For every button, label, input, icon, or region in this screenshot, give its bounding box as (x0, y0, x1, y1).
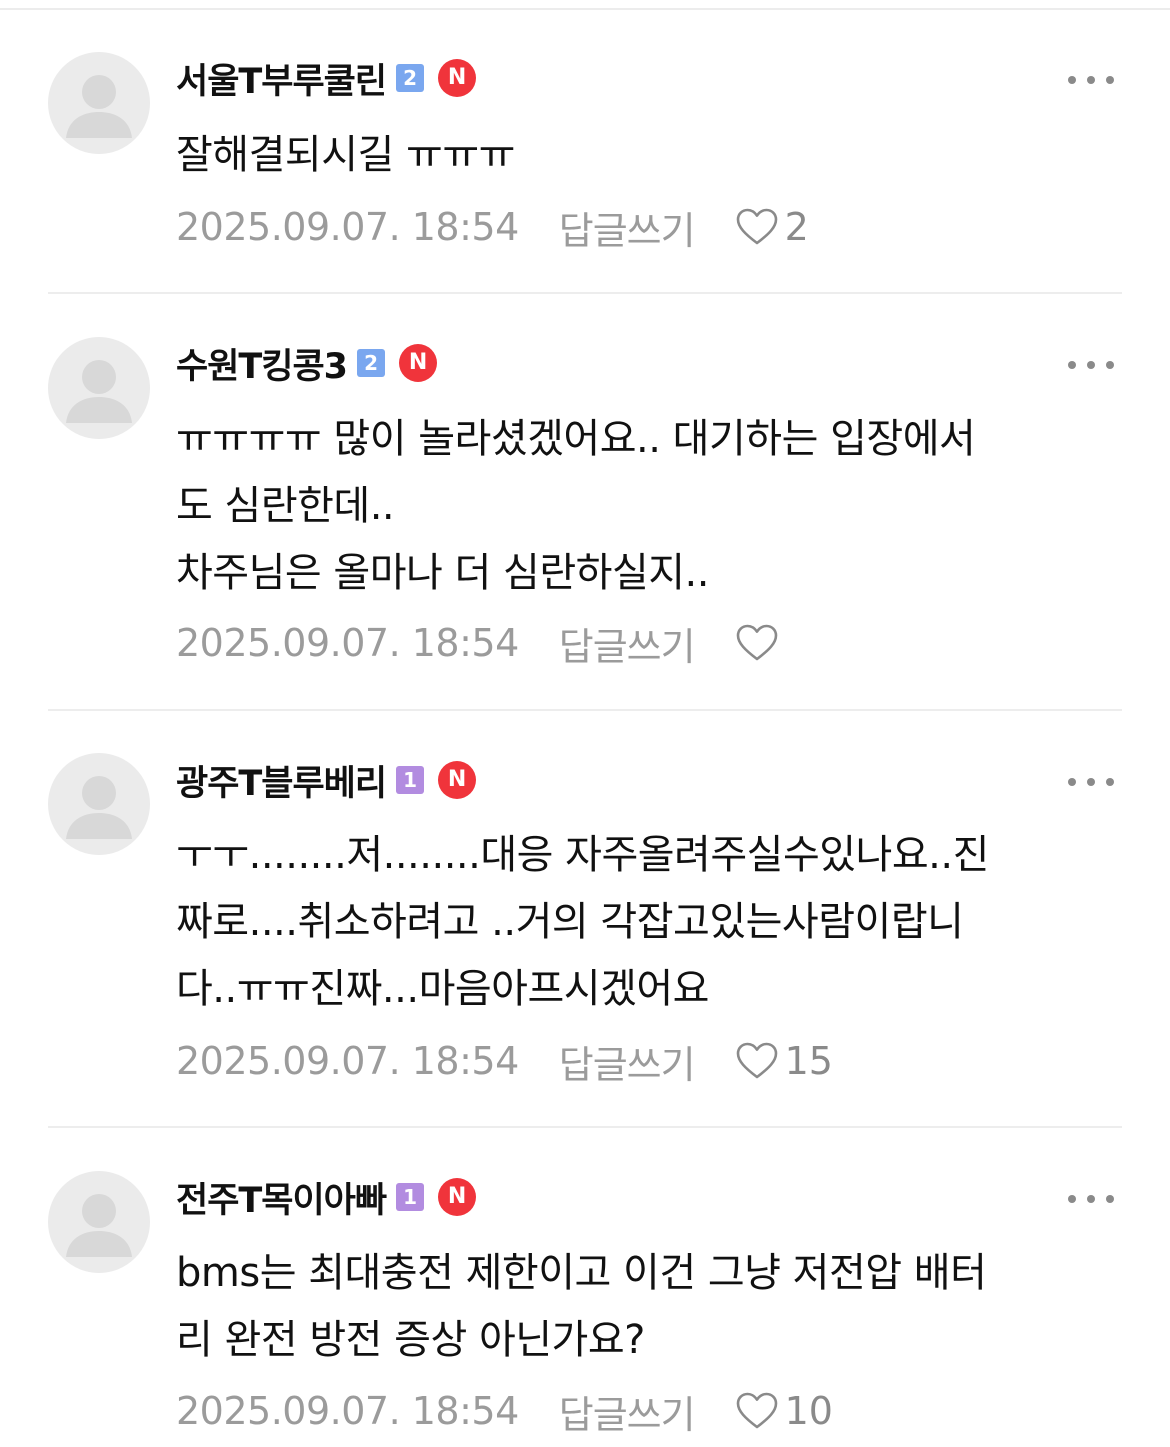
nickname[interactable]: 광주T블루베리 (176, 755, 387, 806)
level-badge: 1 (396, 1183, 425, 1211)
nickname[interactable]: 수원T킹콩3 (176, 338, 348, 389)
more-dots-icon (1068, 361, 1076, 369)
like-button[interactable]: 2 (735, 205, 809, 249)
more-dot (1106, 1195, 1114, 1203)
comment-header: 서울T부루쿨린 2 N (176, 50, 477, 106)
more-button[interactable] (1068, 1181, 1114, 1217)
comment-header: 광주T블루베리 1 N (176, 752, 477, 808)
more-dot (1106, 361, 1114, 369)
avatar[interactable] (48, 52, 150, 154)
new-badge: N (438, 59, 477, 97)
avatar[interactable] (48, 753, 150, 855)
comment-header: 전주T목이아빠 1 N (176, 1169, 477, 1225)
like-button[interactable] (735, 623, 785, 663)
like-button[interactable]: 15 (735, 1039, 833, 1083)
comment-date: 2025.09.07. 18:54 (176, 621, 519, 665)
like-button[interactable]: 10 (735, 1389, 833, 1433)
new-badge: N (438, 761, 477, 799)
comment-divider (48, 292, 1122, 294)
reply-button[interactable]: 답글쓰기 (559, 616, 696, 671)
default-user-avatar-icon (66, 75, 132, 138)
more-dot (1087, 778, 1095, 786)
avatar[interactable] (48, 337, 150, 439)
more-dot (1087, 361, 1095, 369)
level-badge: 2 (357, 349, 386, 377)
default-user-avatar-icon (66, 1194, 132, 1257)
comment-meta: 2025.09.07. 18:54 답글쓰기 10 (176, 1384, 833, 1439)
more-dots-icon (1068, 1195, 1076, 1203)
comment-date: 2025.09.07. 18:54 (176, 205, 519, 249)
top-divider (0, 8, 1170, 10)
default-user-avatar-icon (66, 776, 132, 839)
comment-header: 수원T킹콩3 2 N (176, 335, 438, 391)
like-count: 10 (784, 1389, 833, 1433)
more-dot (1087, 76, 1095, 84)
new-badge: N (399, 344, 438, 382)
new-badge: N (438, 1178, 477, 1216)
heart-outline-icon (736, 624, 777, 661)
comment-meta: 2025.09.07. 18:54 답글쓰기 (176, 616, 785, 671)
more-dot (1106, 76, 1114, 84)
comment-meta: 2025.09.07. 18:54 답글쓰기 2 (176, 200, 809, 255)
comment-text: ㅠㅠㅠㅠ 많이 놀라셨겠어요.. 대기하는 입장에서 도 심란한데.. 차주님은… (176, 416, 976, 596)
more-button[interactable] (1068, 62, 1114, 98)
more-dot (1087, 1195, 1095, 1203)
comment-text: ㅜㅜ........저........대응 자주올려주실수있나요..진 짜로..… (176, 832, 989, 1012)
reply-button[interactable]: 답글쓰기 (559, 1034, 696, 1089)
level-badge: 1 (396, 766, 425, 794)
heart-outline-icon (736, 1392, 777, 1429)
more-dots-icon (1068, 778, 1076, 786)
comment-divider (48, 709, 1122, 711)
default-user-avatar-icon (66, 360, 132, 423)
comment-divider (48, 1126, 1122, 1128)
avatar[interactable] (48, 1171, 150, 1273)
heart-outline-icon (736, 208, 777, 245)
comment-text: bms는 최대충전 제한이고 이건 그냥 저전압 배터 리 완전 방전 증상 아… (176, 1250, 987, 1363)
nickname[interactable]: 서울T부루쿨린 (176, 53, 387, 104)
reply-button[interactable]: 답글쓰기 (559, 200, 696, 255)
heart-outline-icon (736, 1042, 777, 1079)
level-badge: 2 (396, 64, 425, 92)
comment-text: 잘해결되시길 ㅠㅠㅠ (176, 132, 515, 178)
comment-date: 2025.09.07. 18:54 (176, 1039, 519, 1083)
more-button[interactable] (1068, 764, 1114, 800)
like-count: 2 (784, 205, 809, 249)
nickname[interactable]: 전주T목이아빠 (176, 1172, 387, 1223)
like-count: 15 (784, 1039, 833, 1083)
more-dot (1106, 778, 1114, 786)
comment-date: 2025.09.07. 18:54 (176, 1389, 519, 1433)
reply-button[interactable]: 답글쓰기 (559, 1384, 696, 1439)
comment-meta: 2025.09.07. 18:54 답글쓰기 15 (176, 1034, 833, 1089)
more-button[interactable] (1068, 347, 1114, 383)
more-dots-icon (1068, 76, 1076, 84)
